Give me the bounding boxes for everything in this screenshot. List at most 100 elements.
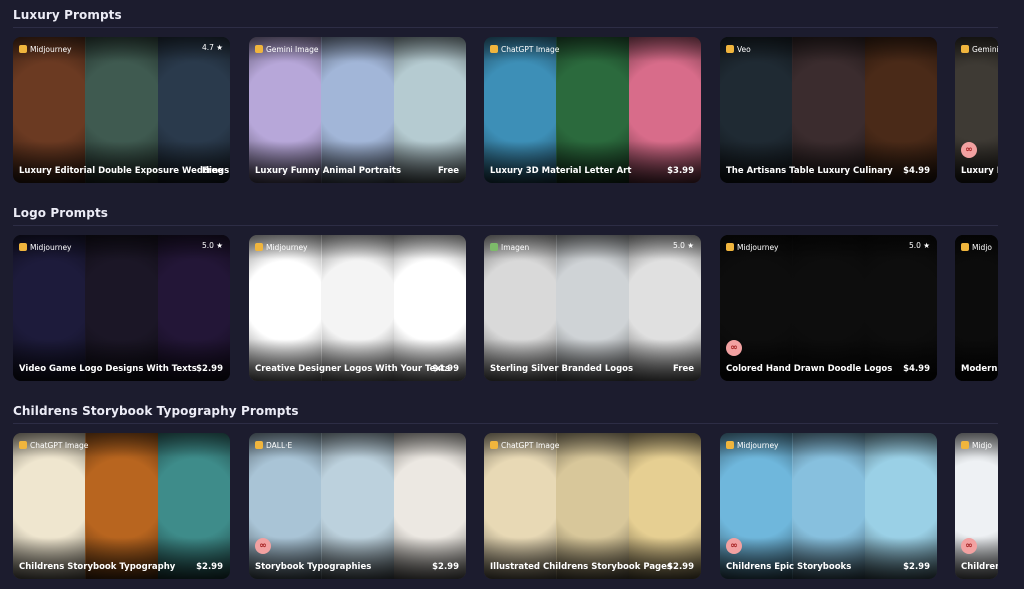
model-label: Imagen xyxy=(501,242,530,252)
section-title[interactable]: Luxury Prompts xyxy=(13,8,122,22)
prompt-card[interactable]: Gemini ∞ Luxury Ba xyxy=(955,37,998,183)
bottom-gradient xyxy=(720,537,937,579)
card-row: Midjourney 5.0 ★ Video Game Logo Designs W… xyxy=(0,235,998,381)
bottom-gradient xyxy=(484,537,701,579)
model-badge: Midjourney xyxy=(255,241,308,253)
model-label: ChatGPT Image xyxy=(30,440,89,450)
section-divider xyxy=(13,423,998,424)
bottom-gradient xyxy=(955,339,998,381)
card-title: Storybook Typographies xyxy=(255,562,372,572)
prompt-card[interactable]: Midjo Modern C xyxy=(955,235,998,381)
model-label: Veo xyxy=(737,44,751,54)
model-icon xyxy=(726,45,734,53)
prompt-card[interactable]: Gemini Image Luxury Funny Animal Portrait… xyxy=(249,37,466,183)
model-icon xyxy=(490,441,498,449)
model-badge: Midjourney xyxy=(19,43,72,55)
card-title: Video Game Logo Designs With Texts xyxy=(19,364,197,374)
price: $3.99 xyxy=(667,166,694,176)
loop-icon: ∞ xyxy=(961,538,977,554)
model-badge: Gemini Image xyxy=(255,43,319,55)
model-icon xyxy=(255,243,263,251)
model-label: Gemini Image xyxy=(266,44,319,54)
section-divider xyxy=(13,27,998,28)
model-badge: Imagen xyxy=(490,241,529,253)
card-title: Luxury 3D Material Letter Art xyxy=(490,166,632,176)
model-badge: Midjo xyxy=(961,439,992,451)
prompt-card[interactable]: Midjourney 5.0 ★ Video Game Logo Designs W… xyxy=(13,235,230,381)
prompt-card[interactable]: Midjourney 4.7 ★ Luxury Editorial Double E… xyxy=(13,37,230,183)
model-label: ChatGPT Image xyxy=(501,440,560,450)
model-icon xyxy=(961,441,969,449)
card-title: Creative Designer Logos With Your Texts xyxy=(255,364,451,374)
model-badge: Midjourney xyxy=(726,439,779,451)
bottom-gradient xyxy=(13,339,230,381)
price: $2.99 xyxy=(196,364,223,374)
model-icon xyxy=(19,45,27,53)
card-title: Childrens Storybook Typography xyxy=(19,562,176,572)
prompt-card[interactable]: Midjourney 5.0 ★ ∞ Colored Hand Drawn Doodl… xyxy=(720,235,937,381)
prompt-card[interactable]: ChatGPT Image Childrens Storybook Typogra… xyxy=(13,433,230,579)
model-label: Midjourney xyxy=(737,440,779,450)
loop-icon: ∞ xyxy=(255,538,271,554)
prompt-card[interactable]: DALL·E ∞ Storybook Typographies $2.99 xyxy=(249,433,466,579)
price: Free xyxy=(673,364,694,374)
prompt-card[interactable]: ChatGPT Image Luxury 3D Material Letter A… xyxy=(484,37,701,183)
model-label: Gemini xyxy=(972,44,998,54)
bottom-gradient xyxy=(720,141,937,183)
rating: 5.0 ★ xyxy=(908,241,930,250)
bottom-gradient xyxy=(249,339,466,381)
card-title: Luxury Ba xyxy=(961,166,998,176)
prompt-card[interactable]: ChatGPT Image Illustrated Childrens Story… xyxy=(484,433,701,579)
model-badge: ChatGPT Image xyxy=(490,43,559,55)
bottom-gradient xyxy=(249,537,466,579)
rating: 5.0 ★ xyxy=(201,241,223,250)
model-badge: ChatGPT Image xyxy=(19,439,88,451)
prompt-card[interactable]: Midjo ∞ Childrens xyxy=(955,433,998,579)
model-badge: Midjo xyxy=(961,241,992,253)
card-title: Modern C xyxy=(961,364,998,374)
price: $2.99 xyxy=(903,562,930,572)
model-icon xyxy=(255,45,263,53)
prompt-card[interactable]: Imagen 5.0 ★ Sterling Silver Branded Logos… xyxy=(484,235,701,381)
model-badge: Gemini xyxy=(961,43,998,55)
model-icon xyxy=(961,45,969,53)
price: $2.99 xyxy=(432,562,459,572)
price: $4.99 xyxy=(432,364,459,374)
model-badge: Midjourney xyxy=(19,241,72,253)
model-badge: DALL·E xyxy=(255,439,292,451)
price: $4.99 xyxy=(903,166,930,176)
model-label: Midjourney xyxy=(30,44,72,54)
model-badge: Midjourney xyxy=(726,241,779,253)
model-icon xyxy=(255,441,263,449)
prompt-card[interactable]: Veo The Artisans Table Luxury Culinary $4.… xyxy=(720,37,937,183)
model-label: Midjourney xyxy=(30,242,72,252)
card-title: The Artisans Table Luxury Culinary xyxy=(726,166,893,176)
card-title: Childrens Epic Storybooks xyxy=(726,562,852,572)
section-title[interactable]: Logo Prompts xyxy=(13,206,108,220)
bottom-gradient xyxy=(720,339,937,381)
model-icon xyxy=(19,243,27,251)
card-title: Sterling Silver Branded Logos xyxy=(490,364,634,374)
card-title: Luxury Funny Animal Portraits xyxy=(255,166,402,176)
price: Free xyxy=(202,166,223,176)
price: $4.99 xyxy=(903,364,930,374)
loop-icon: ∞ xyxy=(726,340,742,356)
prompt-card[interactable]: Midjourney ∞ Childrens Epic Storybooks $2.9… xyxy=(720,433,937,579)
card-title: Illustrated Childrens Storybook Pages xyxy=(490,562,672,572)
card-title: Childrens xyxy=(961,562,998,572)
card-row: ChatGPT Image Childrens Storybook Typogra… xyxy=(0,433,998,579)
bottom-gradient xyxy=(13,141,230,183)
model-icon xyxy=(19,441,27,449)
model-icon xyxy=(961,243,969,251)
price: $2.99 xyxy=(196,562,223,572)
model-icon xyxy=(490,243,498,251)
model-icon xyxy=(726,441,734,449)
model-badge: ChatGPT Image xyxy=(490,439,559,451)
model-label: Midjourney xyxy=(266,242,308,252)
section-title[interactable]: Childrens Storybook Typography Prompts xyxy=(13,404,299,418)
price: $2.99 xyxy=(667,562,694,572)
model-label: Midjo xyxy=(972,440,992,450)
card-title: Luxury Editorial Double Exposure Wedding… xyxy=(19,166,230,176)
prompt-card[interactable]: Midjourney Creative Designer Logos With Y… xyxy=(249,235,466,381)
model-label: Midjourney xyxy=(737,242,779,252)
